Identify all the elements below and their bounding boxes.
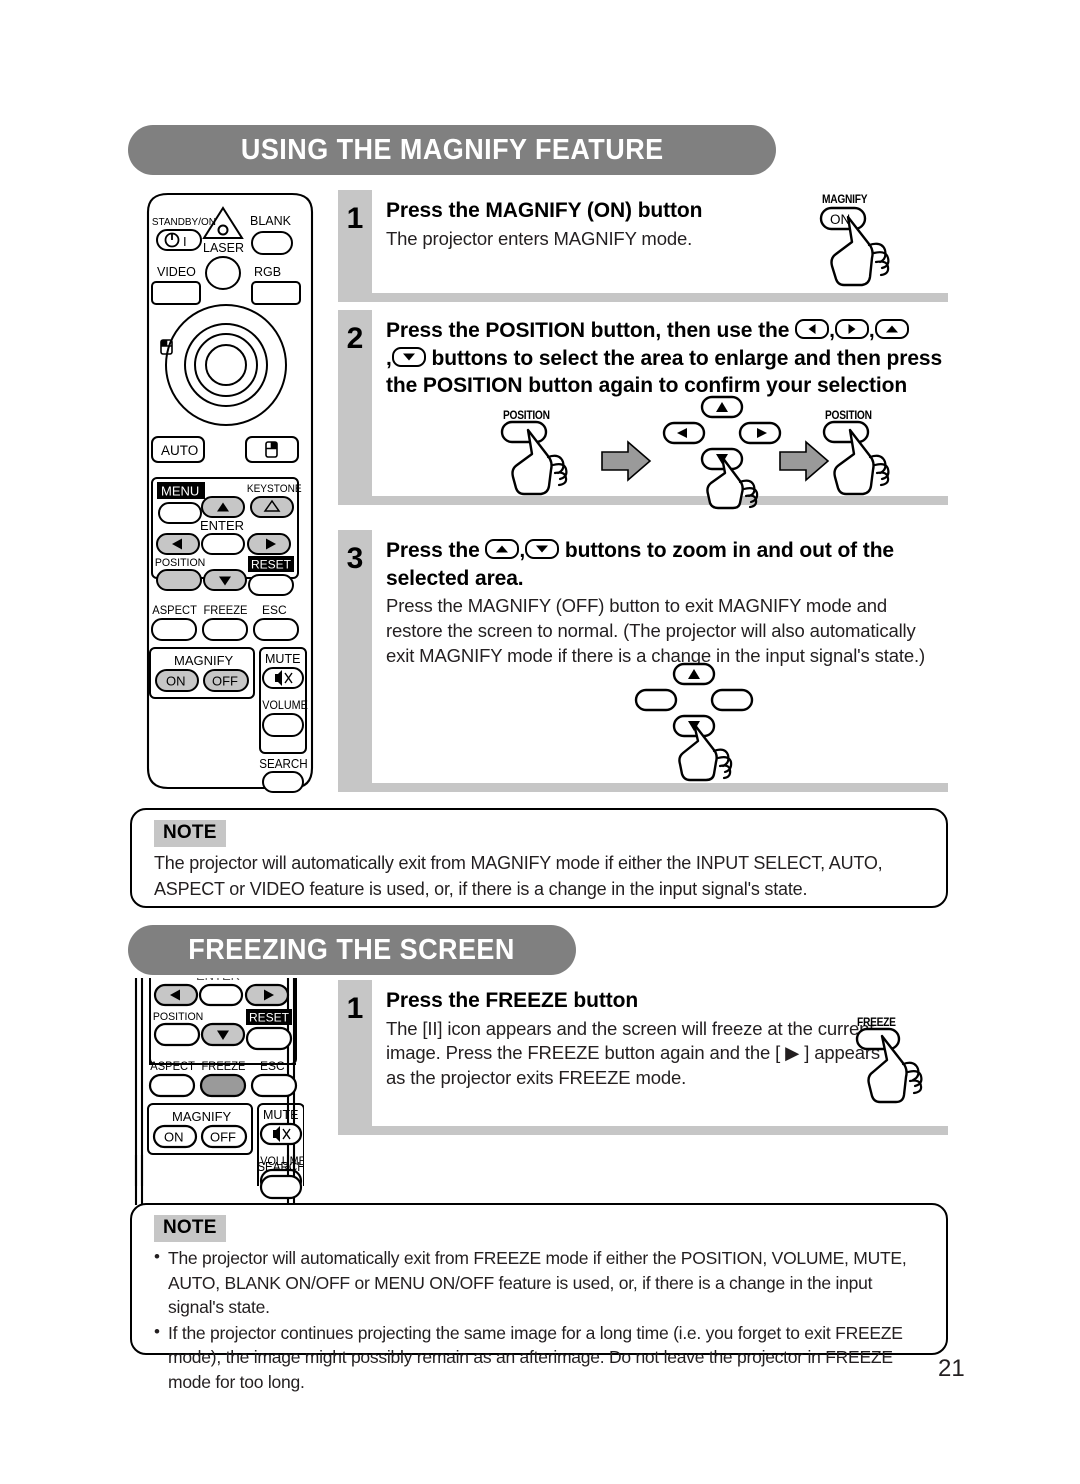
- up-arrow-key-icon: [874, 319, 909, 339]
- step-title-part2: buttons to select the area to enlarge an…: [386, 346, 943, 398]
- comma-separator: ,: [829, 319, 835, 342]
- callout-label-position: POSITION: [503, 408, 550, 422]
- step-description: The [II] icon appears and the screen wil…: [386, 1017, 880, 1088]
- svg-text:ON: ON: [166, 674, 186, 689]
- note-tag: NOTE: [154, 1215, 226, 1242]
- svg-text:RGB: RGB: [254, 265, 281, 279]
- svg-text:MUTE: MUTE: [263, 1108, 298, 1122]
- svg-text:OFF: OFF: [212, 674, 238, 689]
- svg-text:SEARCH: SEARCH: [257, 1160, 304, 1174]
- section-banner-magnify: USING THE MAGNIFY FEATURE: [128, 125, 776, 175]
- svg-text:VIDEO: VIDEO: [157, 265, 196, 279]
- step-number-badge: 3: [338, 530, 372, 783]
- comma-separator: ,: [868, 319, 875, 342]
- remote-control-full-illustration: STANDBY/ON I LASER BLANK VIDEO RGB AUTO …: [130, 190, 330, 795]
- svg-text:VOLUME: VOLUME: [262, 700, 308, 713]
- section-banner-freeze: FREEZING THE SCREEN: [128, 925, 576, 975]
- down-arrow-key-icon: [525, 539, 560, 559]
- svg-text:STANDBY/ON: STANDBY/ON: [152, 217, 216, 228]
- svg-text:FREEZE: FREEZE: [201, 1061, 245, 1073]
- svg-text:MAGNIFY: MAGNIFY: [172, 1109, 232, 1124]
- svg-text:AUTO: AUTO: [161, 443, 198, 458]
- step-title: Press the FREEZE button: [386, 989, 639, 1012]
- svg-text:RESET: RESET: [249, 1011, 290, 1025]
- note-tag: NOTE: [154, 820, 226, 847]
- step-bottom-rule: [338, 1126, 948, 1135]
- svg-text:ESC: ESC: [260, 1059, 285, 1073]
- note-body: The projector will automatically exit fr…: [154, 853, 883, 899]
- down-arrow-key-icon: [391, 346, 426, 367]
- callout-freeze-button: FREEZE: [855, 1015, 955, 1110]
- svg-text:MENU: MENU: [161, 484, 199, 499]
- flow-arrow-1: [600, 440, 652, 482]
- step-title: Press the , buttons to zoom in and out o…: [386, 537, 948, 592]
- svg-text:ASPECT: ASPECT: [152, 605, 197, 617]
- step-description: Press the MAGNIFY (OFF) button to exit M…: [386, 595, 926, 666]
- step-title: Press the POSITION button, then use the …: [386, 317, 948, 400]
- svg-text:LASER: LASER: [203, 241, 244, 255]
- svg-text:I: I: [183, 234, 187, 249]
- step-number-badge: 1: [338, 980, 372, 1126]
- svg-text:BLANK: BLANK: [250, 214, 292, 228]
- comma-separator: ,: [386, 346, 392, 370]
- svg-text:KEYSTONE: KEYSTONE: [247, 483, 302, 495]
- svg-text:OFF: OFF: [210, 1130, 236, 1145]
- callout-position-first-press: POSITION: [498, 408, 608, 498]
- note-bullet-item: The projector will automatically exit fr…: [154, 1245, 930, 1320]
- step-bottom-rule: [338, 783, 948, 792]
- svg-text:POSITION: POSITION: [155, 557, 206, 569]
- note-box-freeze: NOTE The projector will automatically ex…: [130, 1203, 948, 1392]
- callout-position-second-press: POSITION: [820, 408, 930, 498]
- svg-text:ESC: ESC: [262, 603, 287, 617]
- remote-control-partial-search: SEARCH: [128, 1155, 304, 1205]
- svg-text:ENTER: ENTER: [196, 978, 240, 983]
- step-number-badge: 1: [338, 190, 372, 293]
- callout-zoom-arrow-keys: [632, 662, 762, 784]
- step-title-part1: Press the: [386, 539, 486, 562]
- callout-arrow-keys-cluster: [660, 395, 790, 510]
- svg-text:FREEZE: FREEZE: [203, 605, 247, 617]
- note-bullet-item: If the projector continues projecting th…: [154, 1320, 930, 1395]
- svg-text:MAGNIFY: MAGNIFY: [174, 653, 234, 668]
- section-title-magnify: USING THE MAGNIFY FEATURE: [240, 133, 664, 166]
- callout-magnify-on-button: MAGNIFY ON: [812, 192, 952, 292]
- svg-text:POSITION: POSITION: [153, 1011, 204, 1023]
- callout-label-position: POSITION: [825, 408, 872, 422]
- callout-label-magnify: MAGNIFY: [822, 192, 868, 206]
- step-title-part1: Press the POSITION button, then use the: [386, 319, 796, 342]
- svg-text:MUTE: MUTE: [265, 652, 300, 666]
- svg-text:SEARCH: SEARCH: [259, 757, 307, 771]
- section-title-freeze: FREEZING THE SCREEN: [188, 933, 516, 966]
- note-box-magnify: NOTE The projector will automatically ex…: [130, 808, 948, 908]
- svg-text:ASPECT: ASPECT: [150, 1061, 195, 1073]
- page-number: 21: [938, 1355, 965, 1382]
- callout-label-freeze: FREEZE: [857, 1015, 896, 1029]
- up-arrow-key-icon: [485, 539, 520, 559]
- step-number-badge: 2: [338, 310, 372, 496]
- note-bullet-list: The projector will automatically exit fr…: [154, 1245, 930, 1395]
- step-bottom-rule: [338, 293, 948, 302]
- svg-text:RESET: RESET: [251, 558, 292, 572]
- svg-text:ENTER: ENTER: [200, 518, 244, 533]
- right-arrow-key-icon: [834, 319, 869, 339]
- manual-page: USING THE MAGNIFY FEATURE STANDBY/ON I L…: [0, 0, 1080, 1484]
- left-arrow-key-icon: [795, 319, 830, 339]
- svg-text:ON: ON: [164, 1130, 184, 1145]
